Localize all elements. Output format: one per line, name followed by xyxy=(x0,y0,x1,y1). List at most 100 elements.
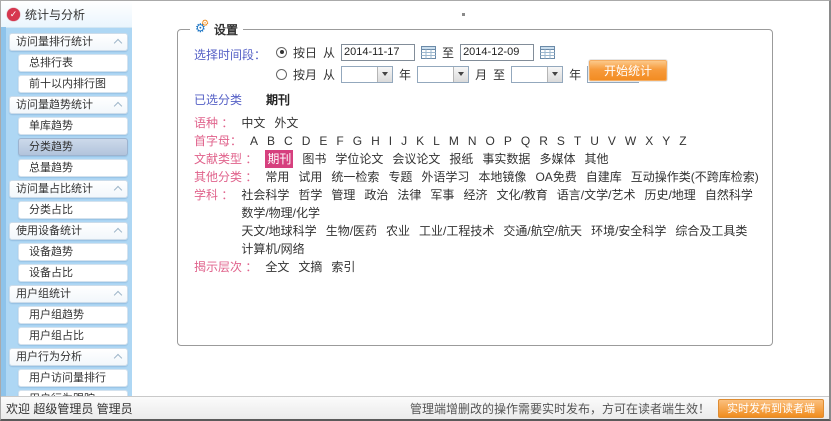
filter-option[interactable]: 军事 xyxy=(430,186,454,204)
sidebar-group-0[interactable]: 访问量排行统计 xyxy=(9,33,128,51)
filter-option[interactable]: 图书 xyxy=(302,150,326,168)
filter-option[interactable]: J xyxy=(401,132,407,150)
filter-option[interactable]: G xyxy=(353,132,362,150)
filter-option[interactable]: 经济 xyxy=(463,186,487,204)
sidebar-item[interactable]: 分类占比 xyxy=(18,201,128,219)
filter-option[interactable]: A xyxy=(250,132,258,150)
filter-option[interactable]: 天文/地球科学 xyxy=(241,222,316,240)
by-day-label[interactable]: 按日 xyxy=(293,44,317,61)
filter-option[interactable]: 自建库 xyxy=(586,168,622,186)
filter-option[interactable]: 报纸 xyxy=(449,150,473,168)
filter-option[interactable]: Z xyxy=(679,132,686,150)
filter-option[interactable]: P xyxy=(504,132,512,150)
filter-option[interactable]: 全文 xyxy=(265,258,289,276)
filter-option[interactable]: I xyxy=(389,132,392,150)
main-panel: ⚙⚙ 设置 选择时间段： 按日 从 至 xyxy=(132,1,829,399)
settings-fieldset: ⚙⚙ 设置 选择时间段： 按日 从 至 xyxy=(177,29,773,346)
filter-option[interactable]: U xyxy=(590,132,599,150)
filter-option[interactable]: 文摘 xyxy=(298,258,322,276)
filter-option[interactable]: S xyxy=(557,132,565,150)
filter-option[interactable]: 工业/工程技术 xyxy=(419,222,494,240)
filter-option[interactable]: 专题 xyxy=(388,168,412,186)
sidebar-item[interactable]: 用户访问量排行 xyxy=(18,369,128,387)
filter-option[interactable]: 生物/医药 xyxy=(326,222,377,240)
filter-option[interactable]: 试用 xyxy=(298,168,322,186)
filter-option[interactable]: 期刊 xyxy=(265,150,293,168)
sidebar-item[interactable]: 分类趋势 xyxy=(18,138,128,156)
filter-option[interactable]: T xyxy=(574,132,581,150)
filter-option[interactable]: W xyxy=(625,132,636,150)
filter-option[interactable]: 学位论文 xyxy=(335,150,383,168)
filter-option[interactable]: 交通/航空/航天 xyxy=(503,222,582,240)
filter-option[interactable]: R xyxy=(539,132,548,150)
filter-option[interactable]: N xyxy=(468,132,477,150)
filter-option[interactable]: H xyxy=(371,132,380,150)
filter-option[interactable]: Y xyxy=(662,132,670,150)
filter-option[interactable]: 文化/教育 xyxy=(496,186,547,204)
by-month-label[interactable]: 按月 xyxy=(293,66,317,83)
date-to-input[interactable] xyxy=(460,44,534,61)
calendar-icon[interactable] xyxy=(421,45,436,59)
filter-option[interactable]: 数学/物理/化学 xyxy=(241,204,320,222)
from-month-select[interactable] xyxy=(417,66,469,83)
filter-option[interactable]: 政治 xyxy=(364,186,388,204)
filter-option[interactable]: 外语学习 xyxy=(421,168,469,186)
filter-option[interactable]: 管理 xyxy=(331,186,355,204)
filter-option[interactable]: B xyxy=(267,132,275,150)
filter-option[interactable]: 语言/文学/艺术 xyxy=(557,186,636,204)
filter-option[interactable]: X xyxy=(645,132,653,150)
filter-option[interactable]: D xyxy=(302,132,311,150)
filter-option[interactable]: Q xyxy=(521,132,530,150)
filter-option[interactable]: 历史/地理 xyxy=(644,186,695,204)
filter-option[interactable]: 统一检索 xyxy=(331,168,379,186)
sidebar-item[interactable]: 总排行表 xyxy=(18,54,128,72)
filter-option[interactable]: M xyxy=(449,132,459,150)
sidebar-group-2[interactable]: 访问量占比统计 xyxy=(9,180,128,198)
sidebar-group-4[interactable]: 用户组统计 xyxy=(9,285,128,303)
sidebar-group-5[interactable]: 用户行为分析 xyxy=(9,348,128,366)
filter-option[interactable]: 本地镜像 xyxy=(478,168,526,186)
filter-option[interactable]: 其他 xyxy=(584,150,608,168)
by-day-radio[interactable] xyxy=(276,47,287,58)
filter-option[interactable]: 计算机/网络 xyxy=(241,240,304,258)
filter-option[interactable]: V xyxy=(608,132,616,150)
filter-option[interactable]: 环境/安全科学 xyxy=(591,222,666,240)
sidebar-item[interactable]: 设备占比 xyxy=(18,264,128,282)
sidebar-item[interactable]: 用户组趋势 xyxy=(18,306,128,324)
sidebar-item[interactable]: 前十以内排行图 xyxy=(18,75,128,93)
filter-option[interactable]: 法律 xyxy=(397,186,421,204)
date-from-input[interactable] xyxy=(341,44,415,61)
filter-option[interactable]: 哲学 xyxy=(298,186,322,204)
to-year-select[interactable] xyxy=(511,66,563,83)
filter-option[interactable]: 社会科学 xyxy=(241,186,289,204)
filter-option[interactable]: 会议论文 xyxy=(392,150,440,168)
sidebar-item[interactable]: 用户组占比 xyxy=(18,327,128,345)
filter-option[interactable]: F xyxy=(336,132,343,150)
calendar-icon[interactable] xyxy=(540,45,555,59)
filter-option[interactable]: C xyxy=(284,132,293,150)
filter-option[interactable]: K xyxy=(416,132,424,150)
filter-option[interactable]: 自然科学 xyxy=(705,186,753,204)
filter-option[interactable]: 外文 xyxy=(274,114,298,132)
filter-option[interactable]: 多媒体 xyxy=(539,150,575,168)
filter-option[interactable]: O xyxy=(485,132,494,150)
sidebar-group-3[interactable]: 使用设备统计 xyxy=(9,222,128,240)
filter-option[interactable]: 互动操作类(不跨库检索) xyxy=(631,168,759,186)
filter-option[interactable]: E xyxy=(319,132,327,150)
filter-option[interactable]: 索引 xyxy=(331,258,355,276)
filter-option[interactable]: 农业 xyxy=(386,222,410,240)
sidebar-item[interactable]: 总量趋势 xyxy=(18,159,128,177)
filter-option[interactable]: 事实数据 xyxy=(482,150,530,168)
filter-option[interactable]: 综合及工具类 xyxy=(675,222,747,240)
sidebar-item[interactable]: 设备趋势 xyxy=(18,243,128,261)
from-year-select[interactable] xyxy=(341,66,393,83)
by-month-radio[interactable] xyxy=(276,69,287,80)
filter-option[interactable]: 中文 xyxy=(241,114,265,132)
start-statistics-button[interactable]: 开始统计 xyxy=(588,59,668,82)
filter-option[interactable]: OA免费 xyxy=(535,168,576,186)
sidebar-group-1[interactable]: 访问量趋势统计 xyxy=(9,96,128,114)
publish-button[interactable]: 实时发布到读者端 xyxy=(718,399,824,418)
filter-option[interactable]: 常用 xyxy=(265,168,289,186)
filter-option[interactable]: L xyxy=(433,132,440,150)
sidebar-item[interactable]: 单库趋势 xyxy=(18,117,128,135)
